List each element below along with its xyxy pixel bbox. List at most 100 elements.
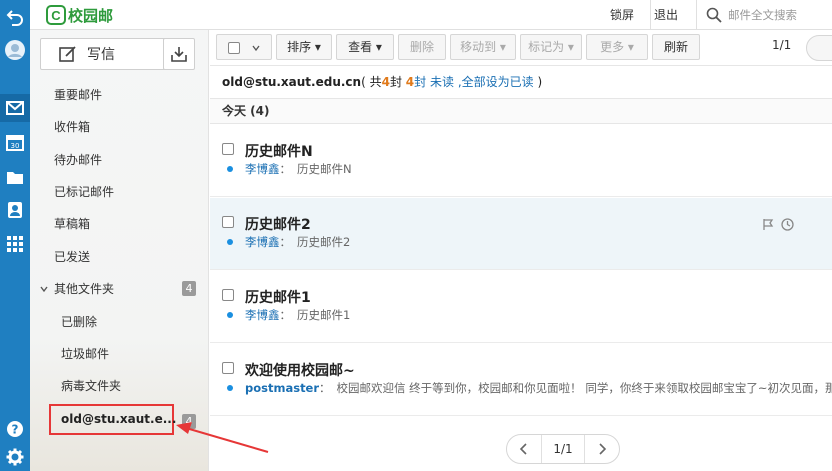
- back-icon[interactable]: [0, 3, 30, 31]
- folder-label: 已标记邮件: [54, 185, 115, 199]
- folder-important[interactable]: 重要邮件: [30, 82, 208, 108]
- mail-sender: 李博鑫: [245, 308, 280, 322]
- next-page-button[interactable]: [585, 435, 619, 463]
- annotation-highlight-box: old@stu.xaut.e...: [49, 404, 176, 435]
- view-dropdown[interactable]: 查看 ▾: [336, 34, 394, 60]
- summary-suffix: ): [533, 75, 543, 89]
- folder-label: 待办邮件: [54, 153, 103, 167]
- top-bar: C 校园邮 锁屏 退出 邮件全文搜索: [30, 0, 832, 30]
- folder-deleted[interactable]: 已删除: [30, 309, 208, 335]
- apps-grid-icon[interactable]: [0, 230, 30, 258]
- help-icon[interactable]: ?: [0, 415, 30, 443]
- folder-label: 病毒文件夹: [61, 379, 122, 393]
- delete-button[interactable]: 删除: [398, 34, 446, 60]
- mail-row[interactable]: 历史邮件N 李博鑫： 历史邮件N: [210, 125, 832, 197]
- sort-dropdown[interactable]: 排序 ▾: [276, 34, 332, 60]
- count-badge: 4: [182, 281, 196, 296]
- mail-meta: 李博鑫： 历史邮件2: [245, 235, 351, 249]
- mail-row[interactable]: 历史邮件2 李博鑫： 历史邮件2: [210, 198, 832, 270]
- summary-mid: 封: [389, 75, 402, 89]
- mail-meta: 李博鑫： 历史邮件1: [245, 308, 351, 322]
- more-dropdown[interactable]: 更多 ▾: [586, 34, 648, 60]
- contacts-icon[interactable]: [0, 196, 30, 224]
- sort-label: 排序: [287, 40, 312, 54]
- svg-text:?: ?: [12, 423, 19, 437]
- unread-count: 4: [405, 75, 415, 89]
- refresh-label: 刷新: [663, 40, 688, 54]
- settings-gear-icon[interactable]: [0, 443, 30, 471]
- folder-spam[interactable]: 垃圾邮件: [30, 341, 208, 367]
- folder-label: 其他文件夹: [54, 282, 115, 296]
- refresh-button[interactable]: 刷新: [652, 34, 700, 60]
- mail-checkbox[interactable]: [222, 143, 234, 155]
- day-group-header: 今天 (4): [210, 98, 832, 124]
- select-all-dropdown[interactable]: [216, 34, 272, 60]
- mail-preview: 校园邮欢迎信 终于等到你，校园邮和你见面啦！ 同学，你终于来领取校园邮宝宝了~初…: [336, 381, 832, 395]
- logo-text: 校园邮: [68, 6, 114, 25]
- folder-label: 收件箱: [54, 120, 91, 134]
- logout-link[interactable]: 退出: [654, 6, 678, 23]
- search-input[interactable]: 邮件全文搜索: [706, 4, 832, 26]
- folder-summary: old@stu.xaut.edu.cn( 共4封 4封 未读 ,全部设为已读 ): [222, 73, 542, 90]
- mail-meta: 李博鑫： 历史邮件N: [245, 162, 352, 176]
- brand-logo[interactable]: C 校园邮: [46, 4, 113, 26]
- folder-inbox[interactable]: 收件箱: [30, 114, 208, 140]
- mail-sender: postmaster: [245, 381, 320, 395]
- compose-label: 写信: [87, 47, 115, 63]
- lock-screen-link[interactable]: 锁屏: [610, 6, 634, 23]
- mail-preview: 历史邮件2: [297, 235, 351, 249]
- chevron-right-icon: [599, 443, 607, 455]
- compose-pencil-icon: [59, 46, 76, 62]
- chevron-down-icon: [252, 45, 260, 51]
- avatar-icon[interactable]: [0, 36, 30, 64]
- mail-row[interactable]: 欢迎使用校园邮~ postmaster： 校园邮欢迎信 终于等到你，校园邮和你见面…: [210, 344, 832, 416]
- folder-flagged[interactable]: 已标记邮件: [30, 179, 208, 205]
- mail-subject: 历史邮件2: [245, 217, 311, 233]
- flag-icon[interactable]: [762, 218, 775, 231]
- mail-sender: 李博鑫: [245, 235, 280, 249]
- pagination: 1/1: [506, 434, 620, 464]
- page-indicator: 1/1: [772, 38, 792, 52]
- mail-preview: 历史邮件1: [297, 308, 351, 322]
- folder-todo[interactable]: 待办邮件: [30, 147, 208, 173]
- chevron-down-icon[interactable]: [40, 285, 48, 293]
- prev-page-button[interactable]: [507, 435, 541, 463]
- folder-other-folders[interactable]: 其他文件夹 4: [30, 276, 208, 302]
- unread-dot: [227, 166, 233, 172]
- count-badge: 4: [182, 414, 196, 429]
- folder-label: 已删除: [61, 315, 98, 329]
- delete-label: 删除: [409, 40, 434, 54]
- mail-checkbox[interactable]: [222, 216, 234, 228]
- folder-icon[interactable]: [0, 163, 30, 191]
- clock-icon[interactable]: [781, 218, 794, 231]
- svg-text:30: 30: [11, 142, 20, 150]
- search-placeholder: 邮件全文搜索: [728, 8, 797, 22]
- mail-checkbox[interactable]: [222, 289, 234, 301]
- folder-sent[interactable]: 已发送: [30, 244, 208, 270]
- unread-link[interactable]: 封 未读: [414, 75, 454, 89]
- mark-all-read-link[interactable]: ,全部设为已读: [458, 75, 534, 89]
- search-icon: [706, 7, 722, 23]
- folder-drafts[interactable]: 草稿箱: [30, 211, 208, 237]
- folder-virus[interactable]: 病毒文件夹: [30, 373, 208, 399]
- row-actions: [762, 218, 794, 231]
- folder-label: 草稿箱: [54, 217, 91, 231]
- mail-row[interactable]: 历史邮件1 李博鑫： 历史邮件1: [210, 271, 832, 343]
- account-folder-label[interactable]: old@stu.xaut.e...: [61, 412, 176, 426]
- prev-page-button[interactable]: [806, 35, 832, 61]
- mail-icon[interactable]: [0, 94, 30, 122]
- calendar-icon[interactable]: 30: [0, 128, 30, 156]
- mark-as-dropdown[interactable]: 标记为 ▾: [520, 34, 582, 60]
- mail-checkbox[interactable]: [222, 362, 234, 374]
- page-number[interactable]: 1/1: [541, 435, 585, 463]
- logo-mark: C: [46, 5, 66, 25]
- receive-mail-button[interactable]: [163, 38, 195, 70]
- view-label: 查看: [348, 40, 373, 54]
- account-address: old@stu.xaut.edu.cn: [222, 75, 362, 89]
- move-to-dropdown[interactable]: 移动到 ▾: [450, 34, 516, 60]
- mail-meta: postmaster： 校园邮欢迎信 终于等到你，校园邮和你见面啦！ 同学，你终于…: [245, 380, 832, 396]
- mail-sender: 李博鑫: [245, 162, 280, 176]
- select-all-checkbox[interactable]: [228, 41, 241, 54]
- inbox-download-icon: [171, 47, 187, 62]
- app-rail: 30 ?: [0, 0, 30, 471]
